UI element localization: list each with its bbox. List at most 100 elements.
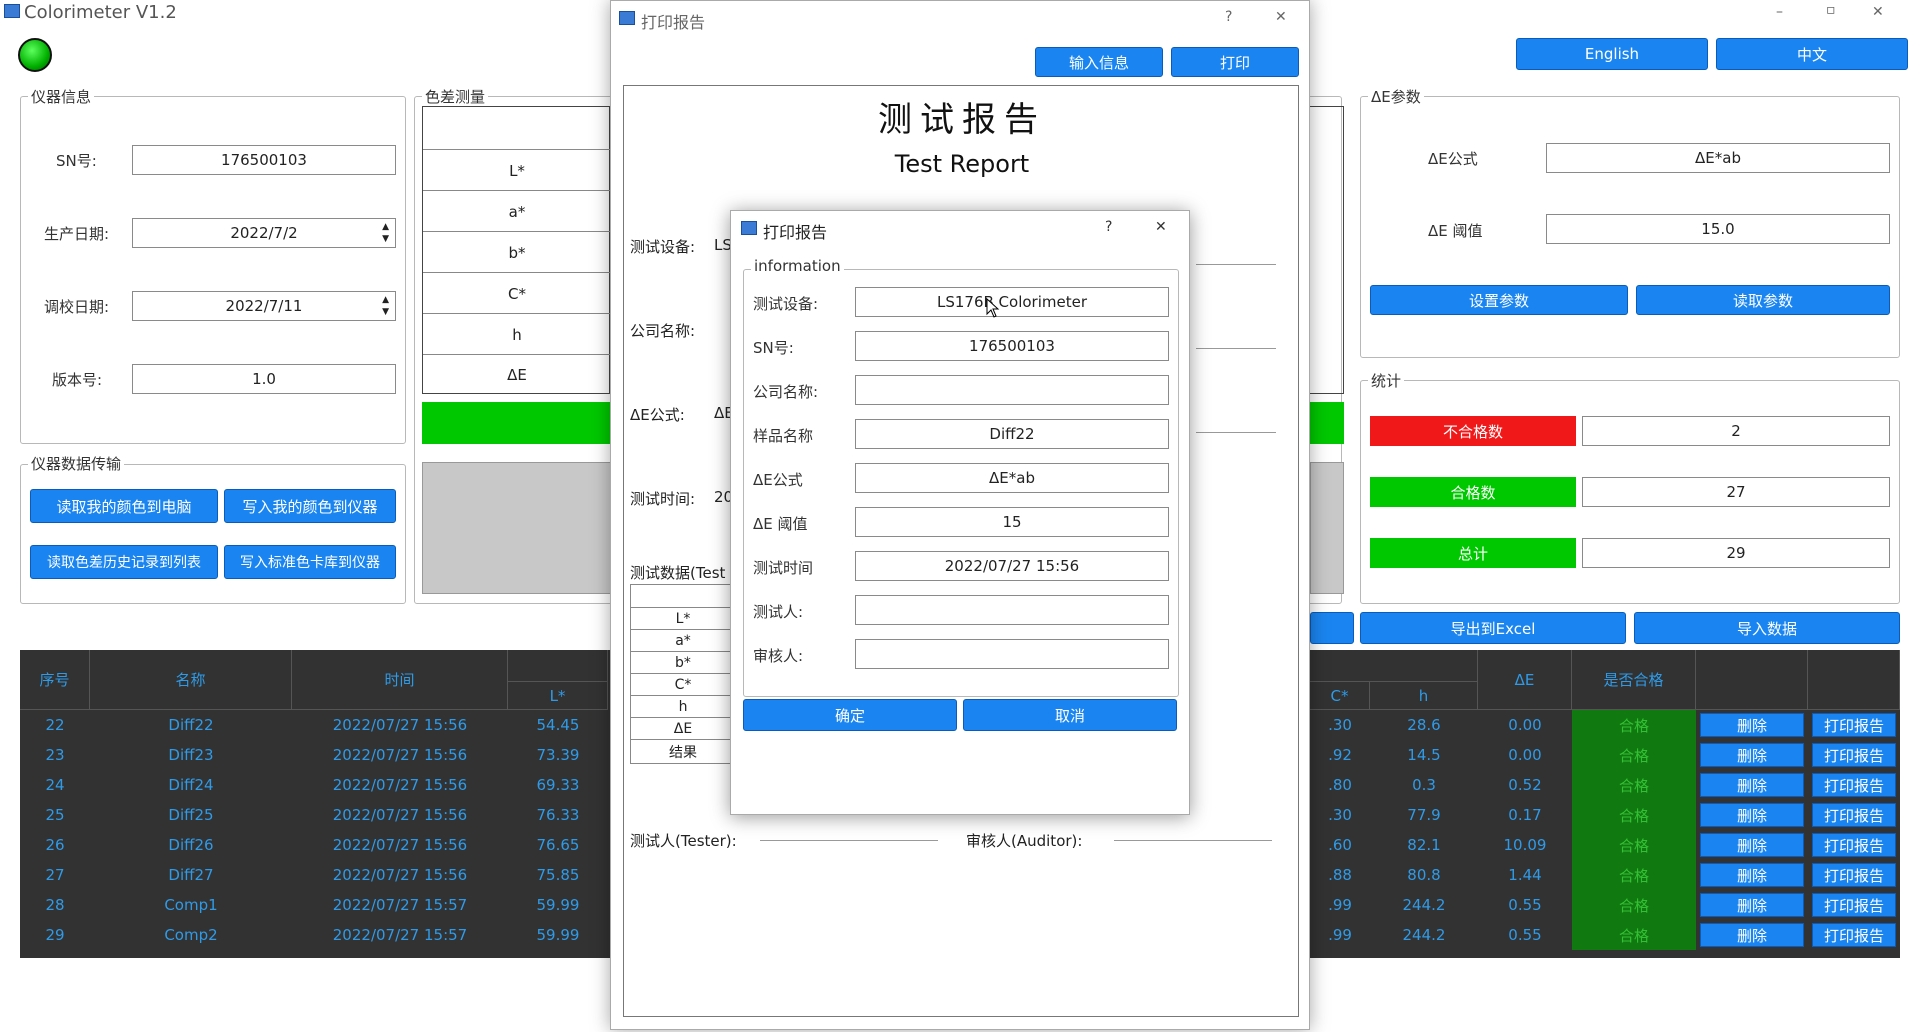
version-field[interactable]: 1.0 — [132, 364, 396, 394]
prod-date-picker[interactable]: 2022/7/2 ▲ ▼ — [132, 218, 396, 248]
help-button[interactable]: ? — [1225, 9, 1232, 25]
app-icon — [619, 11, 635, 25]
dlg-sn-label: SN号: — [753, 339, 794, 357]
delete-button[interactable]: 删除 — [1700, 863, 1804, 887]
import-data-button[interactable]: 导入数据 — [1634, 612, 1900, 644]
delete-button[interactable]: 删除 — [1700, 923, 1804, 947]
delete-button[interactable]: 删除 — [1700, 713, 1804, 737]
de-threshold-field[interactable]: 15.0 — [1546, 214, 1890, 244]
header-pass[interactable]: 是否合格 — [1572, 650, 1696, 710]
header-C[interactable]: C* — [1310, 682, 1370, 710]
header-name[interactable]: 名称 — [90, 650, 292, 710]
print-report-button[interactable]: 打印报告 — [1812, 833, 1896, 857]
cell-name: Diff26 — [168, 836, 214, 854]
delete-button[interactable]: 删除 — [1700, 833, 1804, 857]
report-auditor-label: 审核人(Auditor): — [966, 832, 1083, 850]
chinese-button[interactable]: 中文 — [1716, 38, 1908, 70]
cell-name: Diff24 — [168, 776, 214, 794]
delete-button[interactable]: 删除 — [1700, 743, 1804, 767]
print-report-button[interactable]: 打印报告 — [1812, 863, 1896, 887]
cancel-button[interactable]: 取消 — [963, 699, 1177, 731]
write-my-colors-button[interactable]: 写入我的颜色到仪器 — [224, 489, 396, 523]
report-device-label: 测试设备: — [630, 238, 696, 256]
measure-title: 色差测量 — [422, 86, 489, 107]
close-button[interactable]: ✕ — [1872, 4, 1884, 20]
fail-count-label: 不合格数 — [1370, 416, 1576, 446]
report-auditor-line — [1114, 840, 1272, 841]
cell-h: 0.3 — [1412, 776, 1436, 794]
sn-field[interactable]: 176500103 — [132, 145, 396, 175]
header-print — [1808, 650, 1900, 710]
cell-index: 22 — [45, 716, 65, 734]
export-excel-button[interactable]: 导出到Excel — [1360, 612, 1626, 644]
read-my-colors-button[interactable]: 读取我的颜色到电脑 — [30, 489, 218, 523]
dlg-company-label: 公司名称: — [753, 383, 819, 401]
close-button[interactable]: ✕ — [1275, 9, 1287, 25]
cell-name: Diff25 — [168, 806, 214, 824]
de-params-title: ΔE参数 — [1368, 86, 1424, 107]
cell-L: 54.45 — [536, 716, 580, 734]
cell-name: Diff22 — [168, 716, 214, 734]
cell-h: 14.5 — [1407, 746, 1441, 764]
header-index[interactable]: 序号 — [20, 650, 90, 710]
cell-time: 2022/07/27 15:56 — [332, 806, 468, 824]
dlg-time-label: 测试时间 — [753, 559, 814, 577]
read-history-button[interactable]: 读取色差历史记录到列表 — [30, 545, 218, 579]
header-h[interactable]: h — [1370, 682, 1478, 710]
ok-button[interactable]: 确定 — [743, 699, 957, 731]
cal-date-picker[interactable]: 2022/7/11 ▲ ▼ — [132, 291, 396, 321]
print-button[interactable]: 打印 — [1171, 47, 1299, 77]
measure-action-button[interactable] — [1310, 612, 1354, 644]
help-button[interactable]: ? — [1105, 219, 1112, 235]
maximize-button[interactable]: ▫ — [1826, 2, 1836, 18]
cell-index: 24 — [45, 776, 65, 794]
delete-button[interactable]: 删除 — [1700, 893, 1804, 917]
minimize-button[interactable]: – — [1776, 4, 1783, 20]
print-report-button[interactable]: 打印报告 — [1812, 893, 1896, 917]
status-led-icon — [18, 38, 52, 72]
cell-pass: 合格 — [1572, 740, 1696, 770]
dlg-auditor-field[interactable] — [855, 639, 1169, 669]
dialog-title: 打印报告 — [763, 223, 828, 242]
print-report-button[interactable]: 打印报告 — [1812, 713, 1896, 737]
report-data-row: L* — [631, 607, 735, 629]
set-params-button[interactable]: 设置参数 — [1370, 285, 1628, 315]
delete-button[interactable]: 删除 — [1700, 773, 1804, 797]
dlg-company-field[interactable] — [855, 375, 1169, 405]
dlg-device-field[interactable]: LS176B Colorimeter — [855, 287, 1169, 317]
header-delete — [1696, 650, 1808, 710]
read-params-button[interactable]: 读取参数 — [1636, 285, 1890, 315]
cell-h: 80.8 — [1407, 866, 1441, 884]
header-de[interactable]: ΔE — [1478, 650, 1572, 710]
print-report-button[interactable]: 打印报告 — [1812, 803, 1896, 827]
dlg-sample-field[interactable]: Diff22 — [855, 419, 1169, 449]
report-data-table: L* a* b* C* h ΔE 结果 — [630, 584, 736, 764]
cell-C: .99 — [1328, 926, 1352, 944]
english-button[interactable]: English — [1516, 38, 1708, 70]
close-button[interactable]: ✕ — [1155, 219, 1167, 235]
print-report-button[interactable]: 打印报告 — [1812, 743, 1896, 767]
device-info-title: 仪器信息 — [28, 86, 95, 107]
cell-C: .92 — [1328, 746, 1352, 764]
header-time[interactable]: 时间 — [292, 650, 508, 710]
dlg-threshold-field[interactable]: 15 — [855, 507, 1169, 537]
report-tester-line — [760, 840, 938, 841]
report-data-row: 结果 — [631, 739, 735, 763]
input-info-button[interactable]: 输入信息 — [1035, 47, 1163, 77]
de-formula-field[interactable]: ΔE*ab — [1546, 143, 1890, 173]
print-report-button[interactable]: 打印报告 — [1812, 773, 1896, 797]
dlg-formula-field[interactable]: ΔE*ab — [855, 463, 1169, 493]
cell-L: 59.99 — [536, 926, 580, 944]
write-standard-button[interactable]: 写入标准色卡库到仪器 — [224, 545, 396, 579]
dlg-sn-field[interactable]: 176500103 — [855, 331, 1169, 361]
header-L[interactable]: L* — [508, 682, 608, 710]
cell-L: 76.33 — [536, 806, 580, 824]
dlg-device-label: 测试设备: — [753, 295, 819, 313]
delete-button[interactable]: 删除 — [1700, 803, 1804, 827]
spinner-icon[interactable]: ▲ ▼ — [382, 221, 389, 245]
dlg-tester-field[interactable] — [855, 595, 1169, 625]
dlg-time-field[interactable]: 2022/07/27 15:56 — [855, 551, 1169, 581]
print-report-button[interactable]: 打印报告 — [1812, 923, 1896, 947]
spinner-icon[interactable]: ▲ ▼ — [382, 294, 389, 318]
cell-name: Diff27 — [168, 866, 214, 884]
